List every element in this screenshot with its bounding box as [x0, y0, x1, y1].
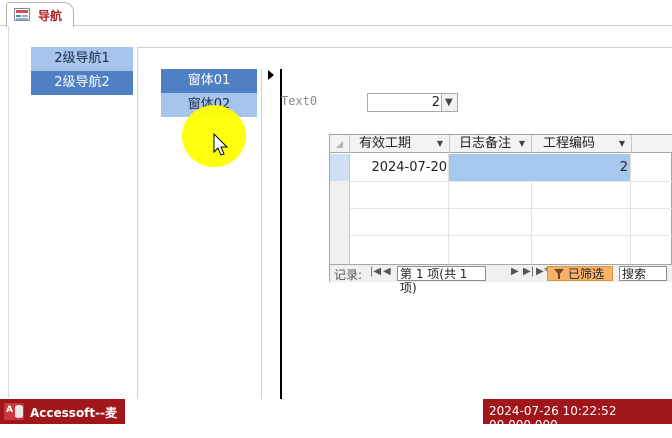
mouse-pointer-icon — [213, 133, 229, 156]
cell-empty — [449, 235, 532, 264]
chevron-down-icon: ▼ — [445, 97, 453, 108]
column-header-label: 有效工期 — [359, 136, 412, 151]
form-icon — [14, 8, 30, 21]
cell-empty — [631, 235, 672, 264]
sort-dropdown-icon[interactable]: ▼ — [519, 135, 525, 153]
nav-button-level2-1[interactable]: 2级导航1 — [31, 47, 133, 71]
document-tab-navigation[interactable]: 导航 — [6, 2, 74, 27]
filter-funnel-stem — [558, 274, 560, 279]
first-record-icon[interactable]: |◀ — [370, 266, 381, 277]
current-record-arrow-icon — [268, 70, 274, 80]
text0-combo-box[interactable]: 2 ▼ — [367, 93, 458, 112]
table-row-empty[interactable] — [330, 235, 672, 265]
record-selector[interactable] — [330, 208, 350, 235]
text0-label: Text0 — [281, 94, 318, 108]
cell-empty — [349, 208, 449, 235]
window-button-01[interactable]: 窗体01 — [161, 69, 257, 93]
access-app-icon: A — [4, 403, 24, 420]
column-header-label: 工程编码 — [543, 136, 596, 151]
record-navigation-bar: 记录: |◀ ◀ 第 1 项(共 1 项) ▶ ▶| ▶* 已筛选 搜索 — [330, 264, 672, 295]
record-selector[interactable] — [330, 154, 350, 181]
cell-effective-duration[interactable]: 2024-07-20 — [349, 154, 449, 181]
panel-divider — [261, 69, 262, 399]
datasheet-grid: 有效工期 ▼ 日志备注 ▼ 工程编码 ▼ 2024-07-20 2 记录: |◀… — [329, 134, 672, 295]
search-input[interactable]: 搜索 — [619, 266, 667, 281]
table-row[interactable]: 2024-07-20 2 — [330, 154, 672, 182]
cell-empty — [531, 181, 631, 208]
last-record-icon[interactable]: ▶| — [523, 266, 534, 277]
cell-empty — [631, 181, 672, 208]
cell-empty — [631, 208, 672, 235]
sort-dropdown-icon[interactable]: ▼ — [619, 135, 625, 153]
status-bar-clock: 2024-07-26 10:22:52 00.000.000 — [483, 399, 672, 432]
record-nav-label: 记录: — [334, 268, 363, 282]
app-name: Accessoft--麦田 — [30, 406, 118, 437]
document-tab-strip — [0, 0, 672, 26]
text0-value: 2 — [431, 95, 440, 110]
column-header-project-code[interactable]: 工程编码 ▼ — [531, 135, 632, 153]
cell-project-code[interactable]: 2 — [531, 154, 631, 181]
record-position-box[interactable]: 第 1 项(共 1 项) — [397, 266, 486, 295]
next-record-icon[interactable]: ▶ — [511, 266, 519, 277]
column-header-label: 日志备注 — [459, 136, 512, 151]
cell-empty — [531, 208, 631, 235]
text0-dropdown-button[interactable]: ▼ — [441, 94, 457, 111]
form-left-border — [8, 26, 9, 398]
status-datetime: 2024-07-26 10:22:52 00.000.000 — [489, 404, 617, 432]
cell-empty — [631, 154, 672, 181]
table-row-empty[interactable] — [330, 208, 672, 236]
document-tab-label: 导航 — [38, 9, 63, 23]
filtered-toggle[interactable]: 已筛选 — [547, 266, 613, 281]
cell-empty — [449, 208, 532, 235]
cell-empty — [349, 235, 449, 264]
column-header-log-note[interactable]: 日志备注 ▼ — [449, 135, 532, 153]
grid-header-row: 有效工期 ▼ 日志备注 ▼ 工程编码 ▼ — [330, 135, 672, 153]
sort-dropdown-icon[interactable]: ▼ — [437, 135, 443, 153]
status-bar-app: A Accessoft--麦田 — [0, 399, 125, 437]
app-icon-letter: A — [6, 405, 13, 415]
cell-empty — [349, 181, 449, 208]
record-selector[interactable] — [330, 235, 350, 264]
record-selector[interactable] — [330, 181, 350, 208]
cell-empty — [449, 181, 532, 208]
nav-button-level2-2[interactable]: 2级导航2 — [31, 71, 133, 95]
subform-border — [280, 69, 282, 399]
column-header-effective-duration[interactable]: 有效工期 ▼ — [349, 135, 450, 153]
cell-log-note[interactable] — [449, 154, 532, 181]
select-all-corner[interactable] — [330, 135, 350, 153]
table-row-empty[interactable] — [330, 181, 672, 209]
filtered-label: 已筛选 — [568, 267, 605, 281]
previous-record-icon[interactable]: ◀ — [383, 266, 391, 277]
cell-empty — [531, 235, 631, 264]
